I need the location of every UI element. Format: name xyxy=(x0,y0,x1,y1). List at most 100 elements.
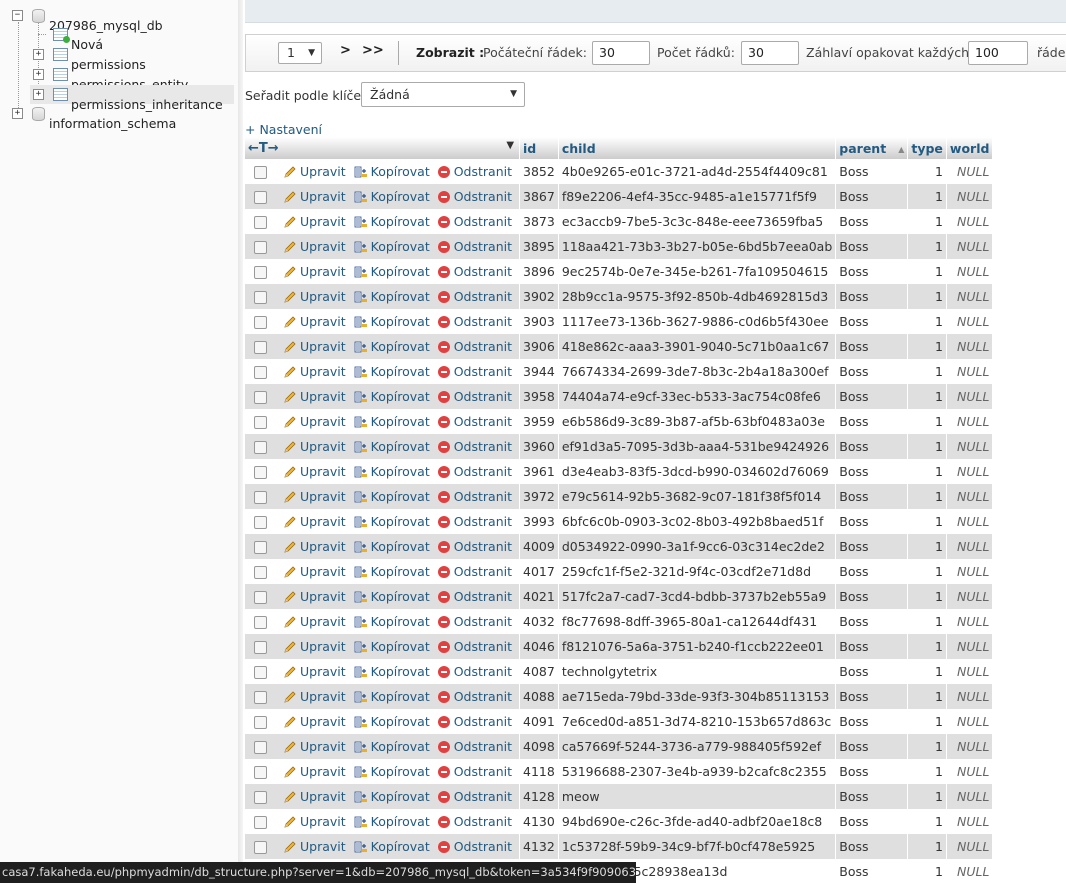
cell-id[interactable]: 4088 xyxy=(519,684,559,709)
copy-label[interactable]: Kopírovat xyxy=(371,189,430,204)
expand-icon[interactable]: + xyxy=(33,49,44,60)
edit-action[interactable]: Upravit xyxy=(283,814,354,829)
page-select[interactable]: 1 ▼ xyxy=(278,42,322,64)
edit-action[interactable]: Upravit xyxy=(283,639,354,654)
cell-type[interactable]: 1 xyxy=(907,734,947,759)
cell-child[interactable]: f8121076-5a6a-3751-b240-f1ccb222ee01 xyxy=(558,634,837,659)
column-header-parent-label[interactable]: parent xyxy=(839,141,886,156)
delete-label[interactable]: Odstranit xyxy=(454,339,512,354)
cell-parent[interactable]: Boss xyxy=(835,509,909,534)
cell-type[interactable]: 1 xyxy=(907,334,947,359)
cell-child[interactable]: 74404a74-e9cf-33ec-b533-3ac754c08fe6 xyxy=(558,384,837,409)
cell-parent[interactable]: Boss xyxy=(835,584,909,609)
row-checkbox[interactable] xyxy=(254,166,267,179)
copy-action[interactable]: Kopírovat xyxy=(354,164,438,179)
cell-world[interactable]: NULL xyxy=(946,759,994,784)
edit-label[interactable]: Upravit xyxy=(300,689,346,704)
cell-world[interactable]: NULL xyxy=(946,559,994,584)
cell-child[interactable]: ef91d3a5-7095-3d3b-aaa4-531be9424926 xyxy=(558,434,837,459)
last-page-button[interactable]: >> xyxy=(362,43,384,58)
column-header-type[interactable]: type xyxy=(907,137,947,159)
edit-label[interactable]: Upravit xyxy=(300,589,346,604)
cell-child[interactable]: 259cfc1f-f5e2-321d-9f4c-03cdf2e71d8d xyxy=(558,559,837,584)
cell-world[interactable]: NULL xyxy=(946,534,994,559)
copy-label[interactable]: Kopírovat xyxy=(371,389,430,404)
cell-child[interactable]: 28b9cc1a-9575-3f92-850b-4db4692815d3 xyxy=(558,284,837,309)
copy-label[interactable]: Kopírovat xyxy=(371,689,430,704)
delete-action[interactable]: Odstranit xyxy=(437,764,516,779)
edit-action[interactable]: Upravit xyxy=(283,839,354,854)
delete-action[interactable]: Odstranit xyxy=(437,714,516,729)
cell-child[interactable]: 9ec2574b-0e7e-345e-b261-7fa109504615 xyxy=(558,259,837,284)
next-page-button[interactable]: > xyxy=(340,43,351,58)
copy-action[interactable]: Kopírovat xyxy=(354,389,438,404)
cell-parent[interactable]: Boss xyxy=(835,634,909,659)
cell-parent[interactable]: Boss xyxy=(835,809,909,834)
delete-label[interactable]: Odstranit xyxy=(454,189,512,204)
row-checkbox[interactable] xyxy=(254,741,267,754)
cell-world[interactable]: NULL xyxy=(946,459,994,484)
copy-label[interactable]: Kopírovat xyxy=(371,789,430,804)
copy-action[interactable]: Kopírovat xyxy=(354,739,438,754)
cell-parent[interactable]: Boss xyxy=(835,759,909,784)
edit-label[interactable]: Upravit xyxy=(300,264,346,279)
edit-label[interactable]: Upravit xyxy=(300,564,346,579)
cell-type[interactable]: 1 xyxy=(907,809,947,834)
cell-parent[interactable]: Boss xyxy=(835,259,909,284)
edit-action[interactable]: Upravit xyxy=(283,489,354,504)
row-checkbox[interactable] xyxy=(254,516,267,529)
edit-action[interactable]: Upravit xyxy=(283,189,354,204)
cell-world[interactable]: NULL xyxy=(946,384,994,409)
cell-id[interactable]: 3873 xyxy=(519,209,559,234)
cell-child[interactable]: ec3accb9-7be5-3c3c-848e-eee73659fba5 xyxy=(558,209,837,234)
copy-action[interactable]: Kopírovat xyxy=(354,414,438,429)
row-checkbox[interactable] xyxy=(254,241,267,254)
edit-action[interactable]: Upravit xyxy=(283,664,354,679)
cell-type[interactable]: 1 xyxy=(907,309,947,334)
cell-id[interactable]: 4009 xyxy=(519,534,559,559)
cell-type[interactable]: 1 xyxy=(907,859,947,884)
copy-action[interactable]: Kopírovat xyxy=(354,439,438,454)
delete-label[interactable]: Odstranit xyxy=(454,314,512,329)
cell-parent[interactable]: Boss xyxy=(835,409,909,434)
cell-type[interactable]: 1 xyxy=(907,384,947,409)
delete-label[interactable]: Odstranit xyxy=(454,839,512,854)
edit-label[interactable]: Upravit xyxy=(300,389,346,404)
copy-label[interactable]: Kopírovat xyxy=(371,264,430,279)
cell-parent[interactable]: Boss xyxy=(835,459,909,484)
start-row-input[interactable]: 30 xyxy=(592,41,650,65)
delete-action[interactable]: Odstranit xyxy=(437,689,516,704)
edit-action[interactable]: Upravit xyxy=(283,689,354,704)
edit-label[interactable]: Upravit xyxy=(300,839,346,854)
edit-label[interactable]: Upravit xyxy=(300,339,346,354)
copy-action[interactable]: Kopírovat xyxy=(354,764,438,779)
cell-world[interactable]: NULL xyxy=(946,484,994,509)
cell-id[interactable]: 4128 xyxy=(519,784,559,809)
cell-child[interactable]: 1117ee73-136b-3627-9886-c0d6b5f430ee xyxy=(558,309,837,334)
cell-id[interactable]: 3958 xyxy=(519,384,559,409)
settings-link[interactable]: + Nastavení xyxy=(245,122,322,137)
copy-label[interactable]: Kopírovat xyxy=(371,639,430,654)
tree-item-new[interactable]: Nová xyxy=(34,25,234,52)
delete-action[interactable]: Odstranit xyxy=(437,739,516,754)
cell-world[interactable]: NULL xyxy=(946,784,994,809)
delete-label[interactable]: Odstranit xyxy=(454,389,512,404)
cell-world[interactable]: NULL xyxy=(946,334,994,359)
delete-action[interactable]: Odstranit xyxy=(437,264,516,279)
copy-action[interactable]: Kopírovat xyxy=(354,689,438,704)
copy-action[interactable]: Kopírovat xyxy=(354,239,438,254)
delete-label[interactable]: Odstranit xyxy=(454,639,512,654)
edit-action[interactable]: Upravit xyxy=(283,289,354,304)
cell-world[interactable]: NULL xyxy=(946,259,994,284)
cell-id[interactable]: 3906 xyxy=(519,334,559,359)
copy-label[interactable]: Kopírovat xyxy=(371,364,430,379)
cell-parent[interactable]: Boss xyxy=(835,659,909,684)
cell-world[interactable]: NULL xyxy=(946,509,994,534)
delete-label[interactable]: Odstranit xyxy=(454,689,512,704)
expand-icon[interactable]: + xyxy=(12,108,23,119)
cell-id[interactable]: 4130 xyxy=(519,809,559,834)
cell-child[interactable]: 418e862c-aaa3-3901-9040-5c71b0aa1c67 xyxy=(558,334,837,359)
cell-id[interactable]: 4032 xyxy=(519,609,559,634)
cell-type[interactable]: 1 xyxy=(907,459,947,484)
copy-label[interactable]: Kopírovat xyxy=(371,489,430,504)
